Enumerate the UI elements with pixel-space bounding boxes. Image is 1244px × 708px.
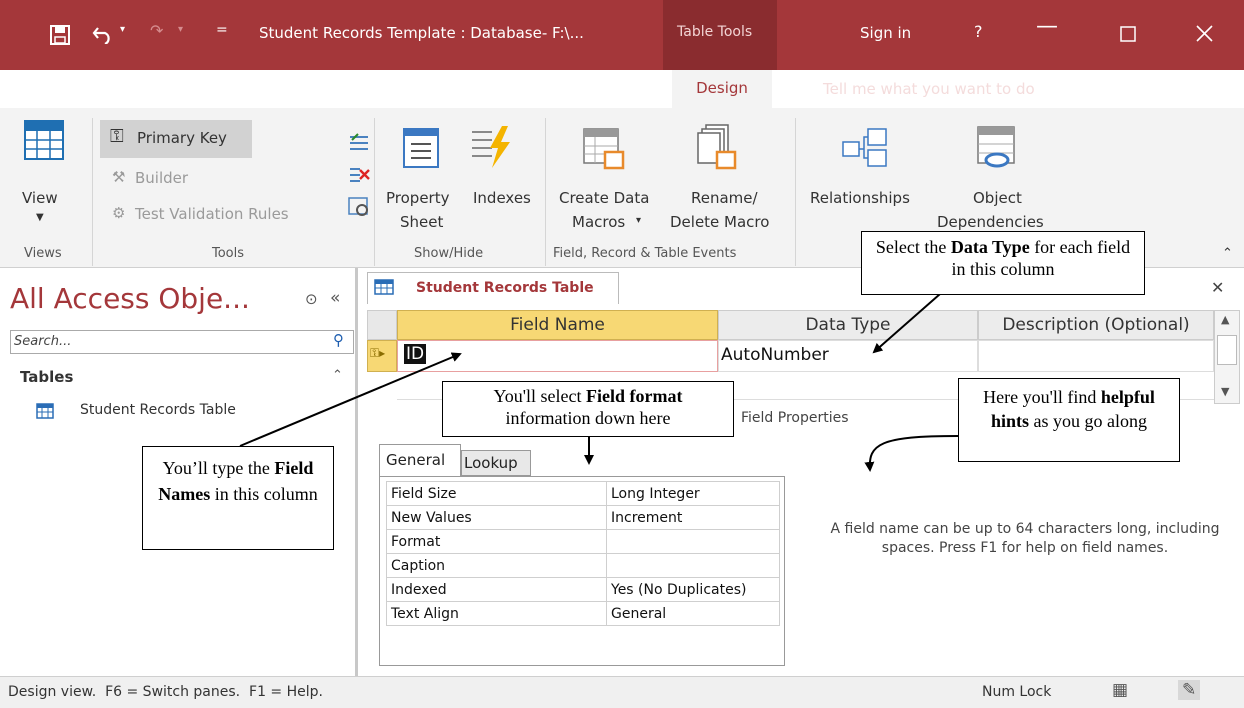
callout-bold-text: Data Type <box>950 237 1030 257</box>
arrow-hints <box>864 435 959 472</box>
arrow-fieldnames <box>239 352 462 447</box>
callout-text: Here you'll find <box>983 387 1101 407</box>
arrow-datatype <box>872 293 941 354</box>
callout-text: in this column <box>210 484 318 504</box>
callout-helpful-hints: Here you'll find helpful hints as you go… <box>958 378 1180 462</box>
callout-text: Select the <box>875 237 951 257</box>
callout-text: You’ll type the <box>162 458 275 478</box>
callout-text: information down here <box>505 408 671 428</box>
callout-arrows <box>239 293 959 472</box>
callout-text: as you go along <box>1029 411 1147 431</box>
callout-field-names: You’ll type the Field Names in this colu… <box>142 446 334 550</box>
callout-data-type: Select the Data Type for each field in t… <box>861 231 1145 295</box>
callout-bold-text: Field format <box>585 386 683 406</box>
callout-text: You'll select <box>493 386 586 406</box>
callout-field-format: You'll select Field format information d… <box>442 381 734 437</box>
